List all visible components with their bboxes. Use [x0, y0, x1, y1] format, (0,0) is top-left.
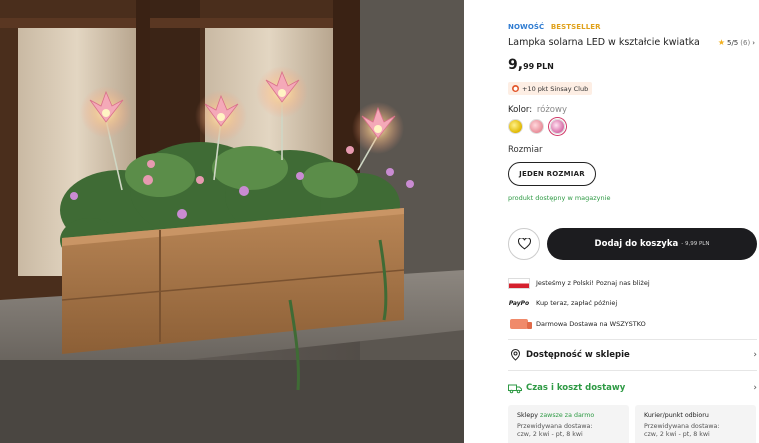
add-to-cart-label: Dodaj do koszyka: [594, 239, 679, 249]
chevron-right-icon: ›: [752, 38, 755, 47]
color-value: różowy: [536, 105, 567, 115]
divider: [508, 339, 757, 340]
info-paypo[interactable]: PayPo Kup teraz, zapłać później: [508, 297, 617, 309]
rating-score: 5/5: [727, 38, 739, 47]
pin-icon: [508, 348, 522, 362]
delivery-options: Sklepy zawsze za darmo Przewidywana dost…: [508, 405, 756, 443]
delivery-card-highlight: zawsze za darmo: [540, 412, 595, 419]
info-polish-text: Jesteśmy z Polski! Poznaj nas bliżej: [536, 279, 650, 287]
new-badge: NOWOŚĆ: [508, 23, 545, 31]
color-label-row: Kolor: różowy: [508, 105, 567, 115]
color-swatch-pink-striped[interactable]: [550, 119, 565, 134]
coin-icon: ●: [512, 85, 519, 92]
delivery-card-title: Kurier/punkt odbioru: [644, 412, 709, 419]
price-decimal: 99: [523, 62, 535, 71]
paypo-logo: PayPo: [508, 299, 530, 307]
product-title: Lampka solarna LED w kształcie kwiatka: [508, 37, 700, 48]
club-points-badge: ● +10 pkt Sinsay Club: [508, 82, 593, 95]
stock-availability: produkt dostępny w magazynie: [508, 194, 611, 202]
star-icon: ★: [717, 38, 725, 47]
price-currency: PLN: [536, 62, 554, 71]
delivery-card-expected: Przewidywana dostawa:: [517, 423, 593, 430]
chevron-right-icon: ›: [753, 350, 757, 360]
product-price: 9,99 PLN: [508, 54, 554, 73]
size-label: Rozmiar: [508, 145, 543, 155]
info-free-delivery[interactable]: Darmowa Dostawa na WSZYSTKO: [508, 318, 646, 330]
divider: [508, 370, 757, 371]
product-image-illustration: [0, 0, 464, 443]
heart-icon: [517, 238, 531, 250]
add-to-cart-price: - 9,99 PLN: [681, 241, 710, 247]
product-photo[interactable]: [0, 0, 464, 443]
poland-flag-icon: [508, 277, 530, 289]
product-details-panel: NOWOŚĆ BESTSELLER Lampka solarna LED w k…: [508, 0, 759, 443]
color-swatches: [508, 119, 565, 134]
rating-link[interactable]: ★ 5/5 (6) ›: [718, 38, 755, 47]
delivery-truck-icon: [510, 319, 532, 329]
store-availability-link[interactable]: Dostępność w sklepie ›: [508, 348, 757, 362]
delivery-card-courier: Kurier/punkt odbioru Przewidywana dostaw…: [635, 405, 756, 443]
add-to-cart-button[interactable]: Dodaj do koszyka - 9,99 PLN: [547, 228, 757, 260]
rating-count: (6): [740, 38, 751, 47]
truck-icon: [508, 381, 522, 395]
bestseller-badge: BESTSELLER: [550, 23, 601, 31]
color-swatch-pink[interactable]: [529, 119, 544, 134]
delivery-card-stores: Sklepy zawsze za darmo Przewidywana dost…: [508, 405, 629, 443]
delivery-time-link[interactable]: Czas i koszt dostawy ›: [508, 381, 757, 395]
delivery-card-days: czw, 2 kwi - pt, 8 kwi: [644, 431, 710, 438]
info-paypo-text: Kup teraz, zapłać później: [536, 299, 618, 307]
store-availability-label: Dostępność w sklepie: [526, 350, 630, 360]
info-delivery-text: Darmowa Dostawa na WSZYSTKO: [536, 320, 646, 328]
wishlist-button[interactable]: [508, 228, 540, 260]
chevron-right-icon: ›: [753, 383, 757, 393]
delivery-time-label: Czas i koszt dostawy: [526, 383, 626, 393]
product-tags: NOWOŚĆ BESTSELLER: [508, 23, 601, 31]
size-option-button[interactable]: JEDEN ROZMIAR: [508, 162, 596, 186]
delivery-card-title: Sklepy: [517, 412, 538, 419]
delivery-card-days: czw, 2 kwi - pt, 8 kwi: [517, 431, 583, 438]
color-swatch-yellow[interactable]: [508, 119, 523, 134]
club-points-label: +10 pkt Sinsay Club: [522, 84, 589, 93]
color-label: Kolor:: [508, 105, 533, 115]
price-integer: 9,: [508, 57, 524, 73]
info-polish-brand[interactable]: Jesteśmy z Polski! Poznaj nas bliżej: [508, 277, 650, 289]
delivery-card-expected: Przewidywana dostawa:: [644, 423, 720, 430]
